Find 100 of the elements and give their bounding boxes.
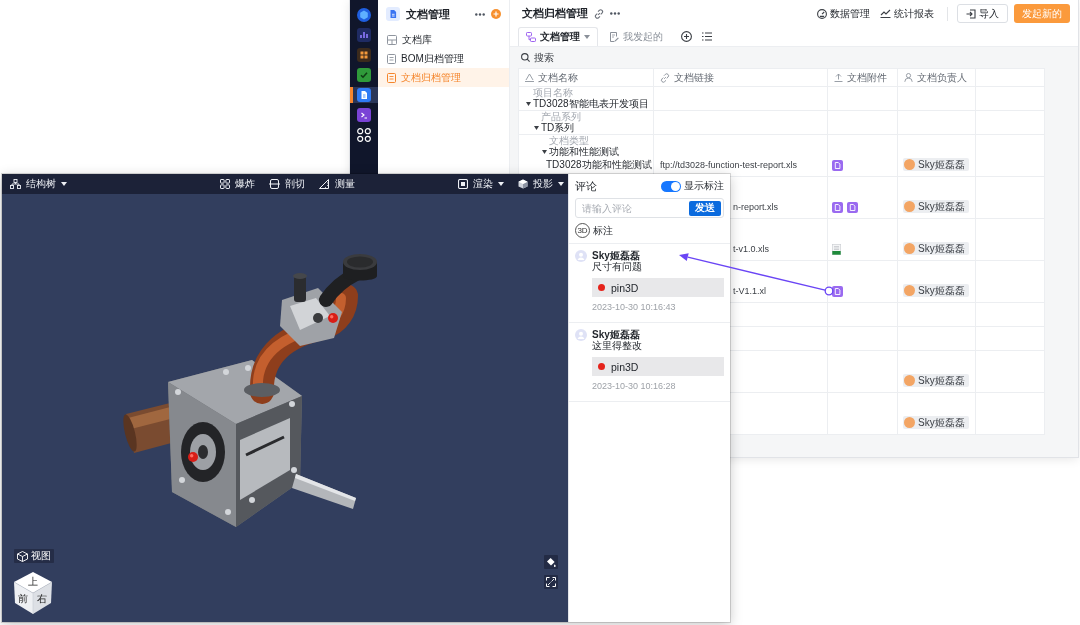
spreadsheet-icon[interactable]	[832, 244, 841, 255]
paint-bucket-icon	[546, 557, 556, 567]
file-icon[interactable]	[847, 202, 858, 213]
file-icon[interactable]	[832, 202, 843, 213]
panel-title: 评论	[575, 178, 598, 194]
cube-face-label: 上	[28, 577, 38, 587]
pin-dot-icon	[598, 284, 605, 291]
secondary-button[interactable]: 导入	[957, 4, 1008, 23]
fullscreen-button[interactable]	[544, 575, 558, 589]
toolbar-link[interactable]: 统计报表	[880, 6, 934, 21]
group-caption: 产品系列	[541, 111, 581, 122]
search-field[interactable]: 搜索	[534, 52, 556, 63]
file-icon[interactable]	[832, 160, 843, 171]
plus-circle-icon[interactable]	[681, 31, 692, 42]
group-caption: 文档类型	[549, 135, 589, 146]
file-icon[interactable]	[832, 286, 843, 297]
sidebar-title: 文档管理	[406, 6, 451, 22]
tool-button[interactable]: 测量	[318, 174, 355, 194]
tree-icon	[10, 179, 21, 189]
pin-chip[interactable]: pin3D	[592, 278, 724, 297]
caret-icon	[61, 182, 67, 186]
document-link[interactable]: t-V1.1.xl	[733, 285, 766, 297]
view-button[interactable]: 视图	[14, 549, 54, 563]
pin-marker-icon	[328, 313, 338, 323]
caret-icon[interactable]	[542, 150, 547, 154]
owner-name: Sky姬磊磊	[918, 243, 965, 254]
caret-icon[interactable]	[526, 102, 531, 106]
dropdown-button[interactable]: 投影	[518, 174, 564, 194]
dropdown-button[interactable]: 结构树	[10, 174, 67, 194]
cube-face-label: 前	[18, 594, 28, 604]
bar-chart-icon	[357, 28, 371, 42]
group-title: 功能和性能测试	[549, 146, 619, 158]
sidebar-item[interactable]: BOM归档管理	[378, 49, 509, 68]
avatar-icon	[904, 417, 915, 428]
grid-icon	[357, 48, 371, 62]
search-icon	[521, 53, 530, 62]
person-icon	[904, 73, 913, 82]
edit-document-icon	[610, 32, 619, 42]
sidebar-item[interactable]: 文档库	[378, 30, 509, 49]
annotate-button[interactable]: 3D 标注	[575, 223, 613, 238]
terminal-icon	[357, 108, 371, 122]
layout-icon	[387, 34, 397, 45]
cube-face-label: 右	[37, 594, 47, 604]
caret-icon[interactable]	[534, 126, 539, 130]
gauge-icon	[817, 8, 827, 19]
pin-dot-icon	[598, 363, 605, 370]
trend-icon	[880, 9, 891, 18]
more-icon[interactable]	[610, 12, 620, 15]
comment-author: Sky姬磊磊	[592, 329, 640, 340]
document-list-icon	[387, 53, 396, 64]
user-avatar-icon	[575, 329, 587, 341]
pin-chip[interactable]: pin3D	[592, 357, 724, 376]
flow-icon	[526, 32, 536, 42]
column-header: 文档链接	[674, 70, 714, 85]
dropdown-button[interactable]: 渲染	[458, 174, 504, 194]
caret-icon	[498, 182, 504, 186]
fullscreen-icon	[546, 577, 556, 587]
tool-button[interactable]: 剖切	[268, 174, 305, 194]
document-list-icon	[387, 72, 396, 83]
document-link[interactable]: ftp://td3028-function-test-report.xls	[660, 159, 798, 171]
more-icon[interactable]	[475, 12, 485, 16]
upload-icon	[834, 73, 843, 82]
owner-name: Sky姬磊磊	[918, 201, 965, 212]
document-icon	[386, 7, 400, 21]
send-button[interactable]: 发送	[689, 200, 721, 216]
group-caption: 项目名称	[533, 87, 573, 98]
comment-text: 这里得整改	[592, 340, 642, 352]
document-link[interactable]: n-report.xls	[733, 201, 778, 213]
comment-text: 尺寸有问题	[592, 261, 642, 273]
caret-icon	[584, 35, 590, 39]
comment-field[interactable]: 请输入评论 发送	[575, 198, 724, 218]
hexagon-logo-icon	[357, 8, 371, 22]
list-icon[interactable]	[702, 32, 712, 41]
group-title: TD系列	[541, 122, 575, 134]
column-header: 文档附件	[847, 70, 887, 85]
owner-name: Sky姬磊磊	[918, 159, 965, 170]
comment-time: 2023-10-30 10:16:43	[592, 302, 676, 313]
document-link[interactable]: t-v1.0.xls	[733, 243, 769, 255]
frame-icon	[458, 179, 468, 189]
nav-button[interactable]	[350, 87, 378, 103]
avatar-icon	[904, 375, 915, 386]
grid-icon	[219, 179, 230, 189]
page-title: 文档归档管理	[522, 6, 588, 21]
document-name: TD3028功能和性能测试	[546, 159, 652, 171]
comment-time: 2023-10-30 10:16:28	[592, 381, 676, 392]
avatar-icon	[904, 243, 915, 254]
toggle-switch[interactable]	[661, 180, 681, 192]
toolbar-link[interactable]: 数据管理	[817, 6, 870, 21]
ruler-icon	[318, 179, 330, 189]
tab[interactable]: 文档管理	[518, 27, 598, 46]
comment-author: Sky姬磊磊	[592, 250, 640, 261]
paint-button[interactable]	[544, 555, 558, 569]
column-header: 文档负责人	[917, 70, 967, 85]
apps-icon	[357, 128, 371, 142]
triangle-icon	[525, 73, 534, 82]
document-icon	[357, 88, 371, 102]
link-icon[interactable]	[594, 8, 604, 19]
owner-name: Sky姬磊磊	[918, 375, 965, 386]
group-title: TD3028智能电表开发项目	[533, 98, 649, 110]
tool-button[interactable]: 爆炸	[219, 174, 255, 194]
